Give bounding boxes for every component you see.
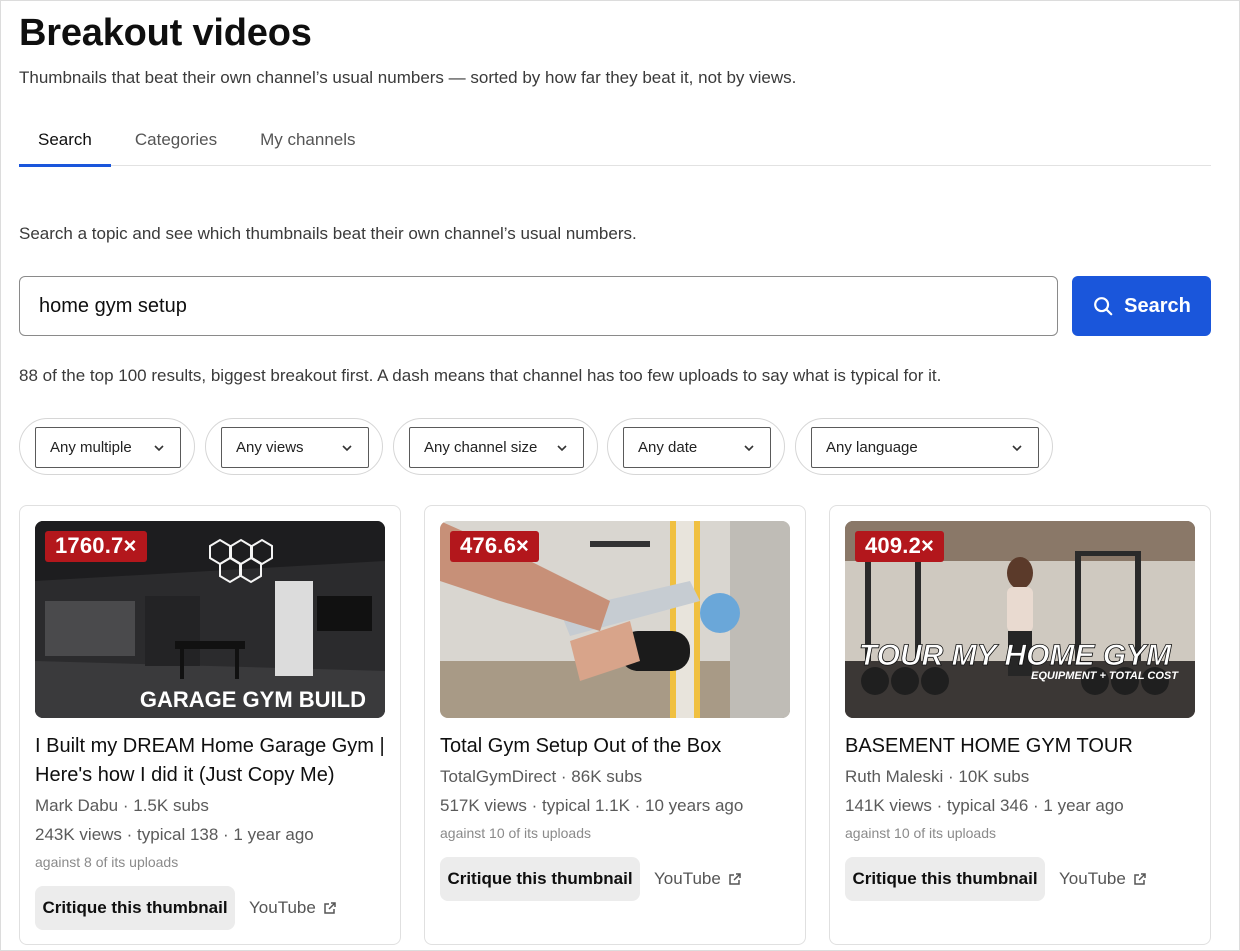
results-summary: 88 of the top 100 results, biggest break… xyxy=(19,366,942,385)
baseline-note: against 10 of its uploads xyxy=(440,825,591,841)
baseline-note: against 8 of its uploads xyxy=(35,854,179,870)
search-input[interactable] xyxy=(19,276,1058,336)
filter-channel-size-pill: Any channel size xyxy=(393,418,598,475)
page-title: Breakout videos xyxy=(19,12,312,54)
external-link-icon xyxy=(729,873,741,885)
channel-info: Ruth Maleski · 10K subs xyxy=(845,767,1030,786)
search-intro: Search a topic and see which thumbnails … xyxy=(19,224,637,243)
chevron-down-icon xyxy=(1012,444,1022,451)
youtube-link[interactable]: YouTube xyxy=(249,886,338,930)
channel-info: TotalGymDirect · 86K subs xyxy=(440,767,643,786)
video-card: TOUR MY HOME GYM EQUIPMENT + TOTAL COST … xyxy=(829,505,1211,945)
search-button-label: Search xyxy=(1124,294,1191,317)
thumbnail-overlay-subtext: EQUIPMENT + TOTAL COST xyxy=(1031,670,1179,682)
critique-thumbnail-button[interactable]: Critique this thumbnail xyxy=(440,857,640,901)
baseline-note: against 10 of its uploads xyxy=(845,825,996,841)
youtube-link-label: YouTube xyxy=(654,869,721,888)
tab-bar: Search Categories My channels xyxy=(19,122,1211,167)
search-button[interactable]: Search xyxy=(1072,276,1211,336)
filter-language-pill: Any language xyxy=(795,418,1053,475)
youtube-link-label: YouTube xyxy=(1059,869,1126,888)
external-link-icon xyxy=(324,902,336,914)
filter-multiple-select[interactable]: Any multiple xyxy=(35,427,181,468)
breakout-multiple-badge: 1760.7× xyxy=(45,531,147,562)
page-subtitle: Thumbnails that beat their own channel’s… xyxy=(19,68,797,87)
filter-date-select[interactable]: Any date xyxy=(623,427,771,468)
filter-multiple-value: Any multiple xyxy=(50,439,132,456)
critique-thumbnail-button[interactable]: Critique this thumbnail xyxy=(35,886,235,930)
filter-views-pill: Any views xyxy=(205,418,383,475)
search-icon xyxy=(1094,297,1113,316)
video-stats: 517K views · typical 1.1K · 10 years ago xyxy=(440,796,744,815)
filter-language-select[interactable]: Any language xyxy=(811,427,1039,468)
external-link-icon xyxy=(1134,873,1146,885)
thumbnail-overlay-text: GARAGE GYM BUILD xyxy=(140,687,366,712)
filter-language-value: Any language xyxy=(826,439,918,456)
filter-multiple-pill: Any multiple xyxy=(19,418,195,475)
youtube-link[interactable]: YouTube xyxy=(654,857,743,901)
chevron-down-icon xyxy=(342,444,352,451)
filter-date-value: Any date xyxy=(638,439,698,456)
video-title[interactable]: I Built my DREAM Home Garage Gym | Here'… xyxy=(35,732,385,790)
chevron-down-icon xyxy=(154,444,164,451)
video-stats: 141K views · typical 346 · 1 year ago xyxy=(845,796,1124,815)
youtube-link-label: YouTube xyxy=(249,898,316,917)
video-title[interactable]: Total Gym Setup Out of the Box xyxy=(440,732,790,761)
critique-thumbnail-button[interactable]: Critique this thumbnail xyxy=(845,857,1045,901)
filter-channel-size-value: Any channel size xyxy=(424,439,538,456)
filter-date-pill: Any date xyxy=(607,418,785,475)
breakout-multiple-badge: 409.2× xyxy=(855,531,945,562)
video-stats: 243K views · typical 138 · 1 year ago xyxy=(35,825,314,844)
video-thumbnail[interactable]: TOUR MY HOME GYM EQUIPMENT + TOTAL COST … xyxy=(845,521,1195,718)
video-card: GARAGE GYM BUILD 1760.7× I Built my DREA… xyxy=(19,505,401,945)
video-card: 476.6× Total Gym Setup Out of the Box To… xyxy=(424,505,806,945)
video-thumbnail[interactable]: GARAGE GYM BUILD 1760.7× xyxy=(35,521,385,718)
channel-info: Mark Dabu · 1.5K subs xyxy=(35,796,209,815)
filter-channel-size-select[interactable]: Any channel size xyxy=(409,427,584,468)
youtube-link[interactable]: YouTube xyxy=(1059,857,1148,901)
video-thumbnail[interactable]: 476.6× xyxy=(440,521,790,718)
chevron-down-icon xyxy=(557,444,567,451)
filter-views-select[interactable]: Any views xyxy=(221,427,369,468)
tab-search[interactable]: Search xyxy=(19,122,111,167)
filter-views-value: Any views xyxy=(236,439,304,456)
tab-categories[interactable]: Categories xyxy=(116,122,236,166)
tab-my-channels[interactable]: My channels xyxy=(241,122,374,166)
breakout-multiple-badge: 476.6× xyxy=(450,531,540,562)
chevron-down-icon xyxy=(744,444,754,451)
video-title[interactable]: BASEMENT HOME GYM TOUR xyxy=(845,732,1195,761)
thumbnail-overlay-text: TOUR MY HOME GYM xyxy=(859,639,1172,672)
